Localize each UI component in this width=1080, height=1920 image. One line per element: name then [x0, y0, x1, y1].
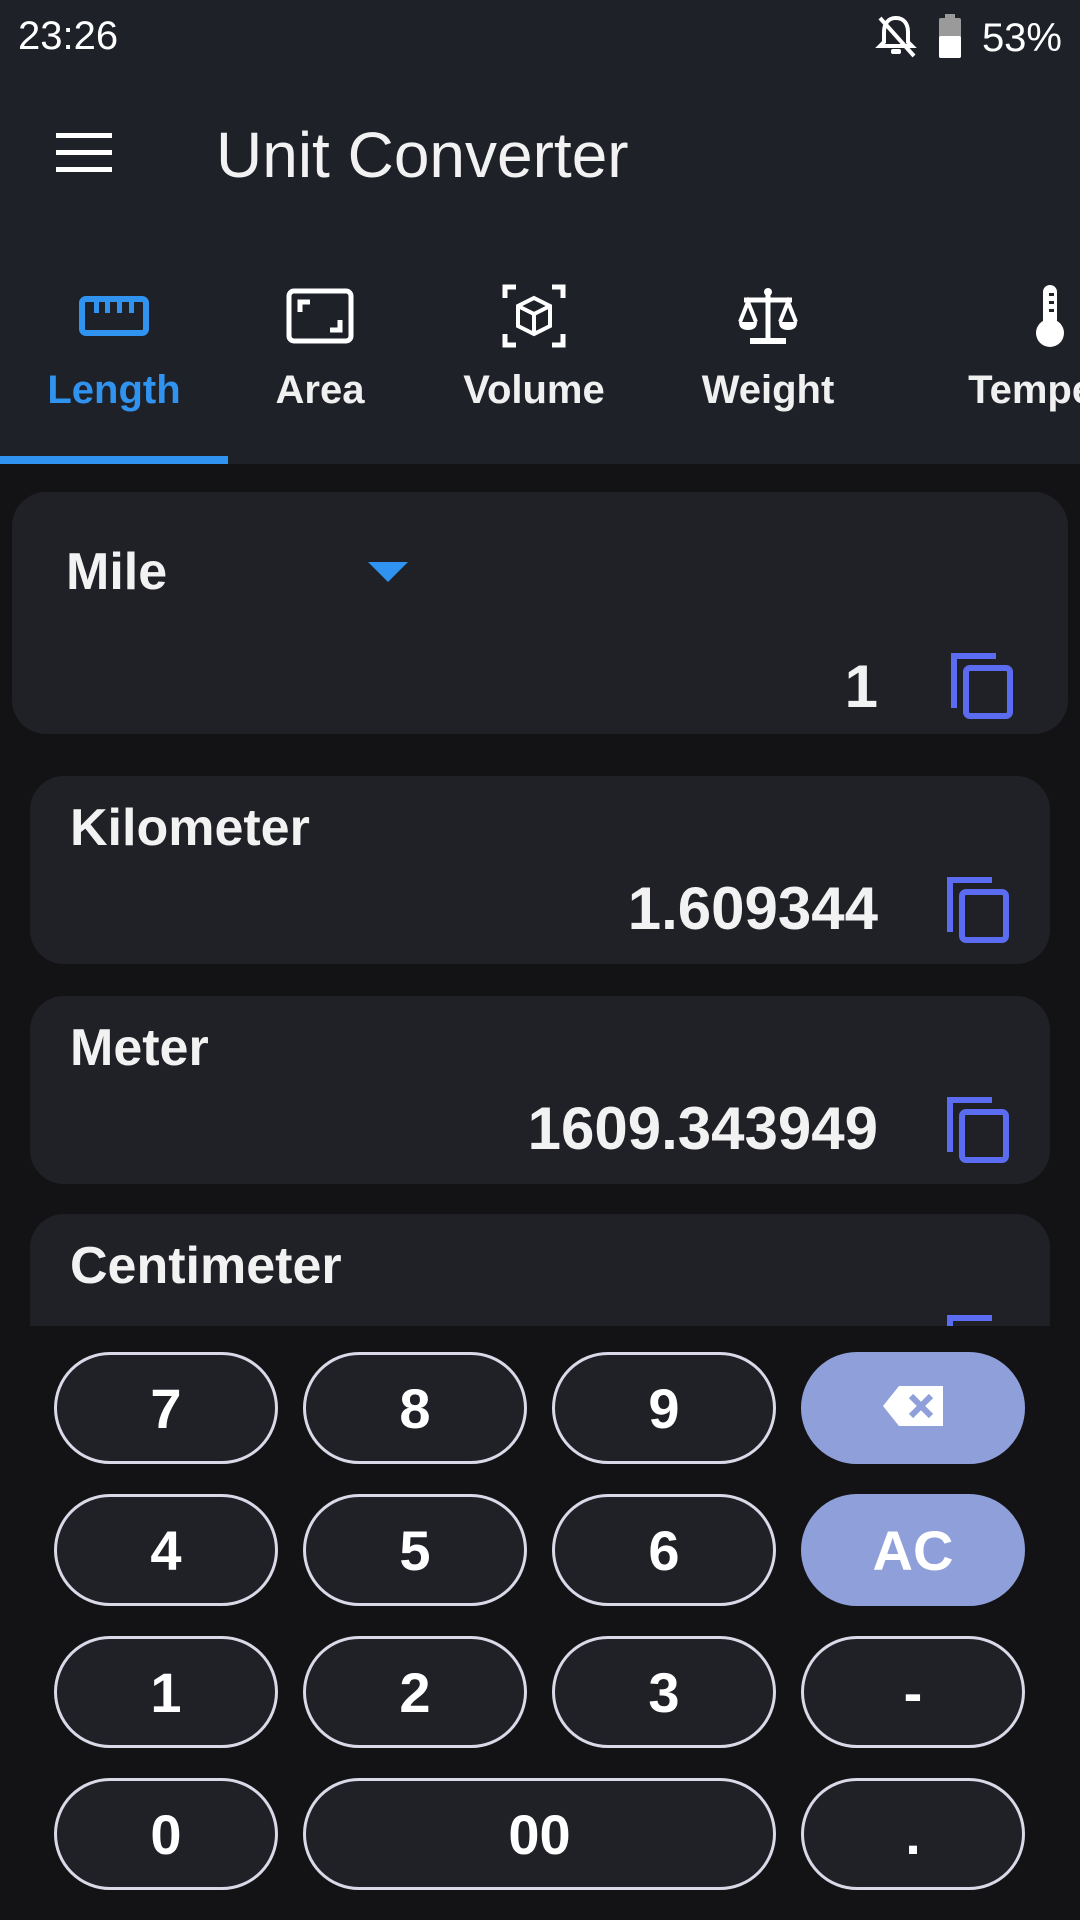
clear-all-button[interactable]: AC [801, 1494, 1025, 1606]
key-9[interactable]: 9 [552, 1352, 776, 1464]
backspace-icon [881, 1376, 945, 1441]
tab-label: Volume [463, 368, 605, 412]
tab-temperature[interactable]: Tempera [930, 234, 1080, 464]
scale-icon [736, 284, 800, 348]
key-5[interactable]: 5 [303, 1494, 527, 1606]
area-icon [286, 284, 354, 348]
copy-icon[interactable] [944, 874, 1014, 946]
tab-length[interactable]: Length [0, 234, 228, 464]
volume-cube-icon [502, 284, 566, 348]
source-unit-selector[interactable]: Mile [66, 542, 167, 602]
keypad: 7 8 9 4 5 6 AC 1 2 3 - 0 00 . [0, 1326, 1080, 1920]
result-unit: Kilometer [70, 799, 310, 857]
app-title: Unit Converter [216, 119, 629, 191]
result-card-meter: Meter 1609.343949 [30, 996, 1050, 1184]
conversion-list: Mile 1 Kilometer 1.609344 Meter 1609.343… [0, 464, 1080, 1326]
source-unit-card: Mile 1 [12, 492, 1068, 734]
key-2[interactable]: 2 [303, 1636, 527, 1748]
dropdown-arrow-icon[interactable] [368, 562, 408, 582]
status-icons: 53% [874, 12, 1062, 65]
key-4[interactable]: 4 [54, 1494, 278, 1606]
copy-icon[interactable] [948, 650, 1018, 722]
ruler-icon [79, 284, 149, 348]
battery-percent: 53% [981, 16, 1062, 60]
result-value: 1.609344 [627, 875, 878, 942]
key-6[interactable]: 6 [552, 1494, 776, 1606]
notifications-off-icon [874, 12, 918, 65]
battery-icon [938, 14, 962, 63]
result-card-centimeter: Centimeter [30, 1214, 1050, 1326]
result-unit: Centimeter [70, 1237, 342, 1295]
key-minus[interactable]: - [801, 1636, 1025, 1748]
menu-button[interactable] [40, 120, 128, 190]
key-8[interactable]: 8 [303, 1352, 527, 1464]
hamburger-menu-icon [56, 132, 112, 178]
app-bar: Unit Converter [0, 76, 1080, 234]
tab-label: Weight [701, 368, 835, 412]
tab-label: Tempera [968, 368, 1080, 412]
backspace-button[interactable] [801, 1352, 1025, 1464]
tab-weight[interactable]: Weight [656, 234, 880, 464]
result-card-kilometer: Kilometer 1.609344 [30, 776, 1050, 964]
tab-label: Length [47, 368, 181, 412]
source-value[interactable]: 1 [845, 652, 878, 721]
status-time: 23:26 [18, 14, 119, 58]
thermometer-icon [1032, 284, 1068, 348]
tab-label: Area [275, 368, 365, 412]
result-value: 1609.343949 [527, 1095, 878, 1162]
key-00[interactable]: 00 [303, 1778, 776, 1890]
key-0[interactable]: 0 [54, 1778, 278, 1890]
key-decimal[interactable]: . [801, 1778, 1025, 1890]
key-1[interactable]: 1 [54, 1636, 278, 1748]
status-bar: 23:26 53% [0, 0, 1080, 76]
tab-area[interactable]: Area [228, 234, 412, 464]
active-tab-indicator [0, 456, 228, 464]
category-tabs: Length Area Volume Weight Temp [0, 234, 1080, 464]
copy-icon[interactable] [944, 1094, 1014, 1166]
key-7[interactable]: 7 [54, 1352, 278, 1464]
result-unit: Meter [70, 1019, 209, 1077]
key-3[interactable]: 3 [552, 1636, 776, 1748]
copy-icon[interactable] [944, 1312, 1014, 1326]
tab-volume[interactable]: Volume [412, 234, 656, 464]
